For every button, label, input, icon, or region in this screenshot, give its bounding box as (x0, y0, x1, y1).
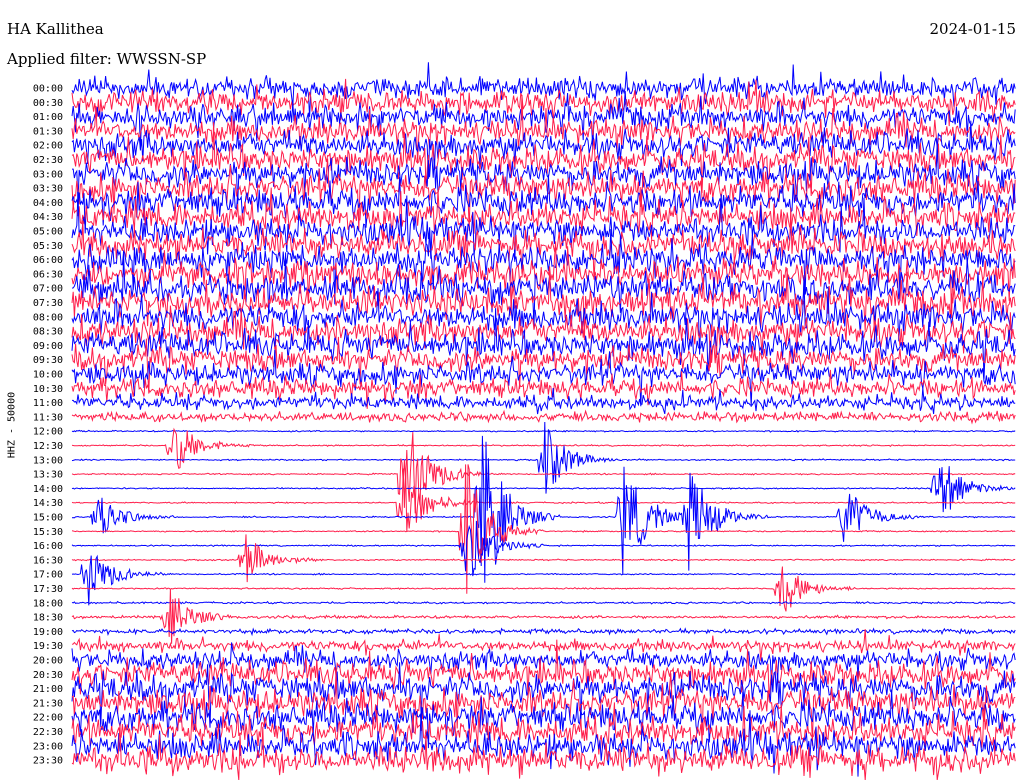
row-time-label: 03:00 (33, 169, 63, 180)
row-time-label: 06:30 (33, 269, 63, 280)
seismogram-page: HA Kallithea 2024-01-15 Applied filter: … (0, 0, 1024, 780)
row-time-label: 23:00 (33, 741, 63, 752)
row-time-label: 22:00 (33, 713, 63, 724)
row-time-label: 00:30 (33, 98, 63, 109)
row-time-label: 07:00 (33, 284, 63, 295)
row-time-label: 02:00 (33, 141, 63, 152)
row-time-label: 11:00 (33, 398, 63, 409)
row-time-label: 20:00 (33, 656, 63, 667)
row-time-label: 14:30 (33, 498, 63, 509)
row-time-label: 04:30 (33, 212, 63, 223)
row-time-label: 18:30 (33, 613, 63, 624)
row-time-label: 10:30 (33, 384, 63, 395)
row-time-label: 05:00 (33, 227, 63, 238)
trace-row (71, 554, 1016, 606)
row-time-label: 08:30 (33, 327, 63, 338)
row-time-label: 19:00 (33, 627, 63, 638)
row-time-label: 00:00 (33, 84, 63, 95)
row-time-label: 07:30 (33, 298, 63, 309)
trace-row (71, 520, 1016, 577)
trace-row (71, 429, 1016, 433)
row-time-label: 13:30 (33, 470, 63, 481)
row-time-label: 10:00 (33, 370, 63, 381)
row-time-label: 03:30 (33, 184, 63, 195)
trace-row (71, 468, 1016, 532)
trace-row (71, 409, 1016, 425)
row-time-label: 11:30 (33, 412, 63, 423)
trace-row (71, 227, 1016, 305)
row-time-label: 06:00 (33, 255, 63, 266)
row-time-label: 01:00 (33, 112, 63, 123)
trace-row (71, 588, 1016, 644)
row-time-label: 13:00 (33, 455, 63, 466)
row-time-label: 23:30 (33, 756, 63, 767)
row-time-label: 17:30 (33, 584, 63, 595)
row-time-label: 17:00 (33, 570, 63, 581)
row-time-label: 15:30 (33, 527, 63, 538)
row-time-label: 08:00 (33, 312, 63, 323)
trace-row (71, 627, 1016, 637)
row-time-label: 15:00 (33, 513, 63, 524)
row-time-label: 01:30 (33, 126, 63, 137)
row-time-label: 19:30 (33, 641, 63, 652)
helicorder-plot: 00:00 00:30 01:00 01:30 02:00 02:30 03:00 03:30… (33, 62, 1016, 780)
trace-row (71, 566, 1016, 612)
trace-row (71, 421, 1016, 494)
row-time-label: 09:00 (33, 341, 63, 352)
row-time-label: 16:00 (33, 541, 63, 552)
row-time-label: 02:30 (33, 155, 63, 166)
row-time-label: 21:30 (33, 698, 63, 709)
row-time-label: 18:00 (33, 598, 63, 609)
row-time-label: 16:30 (33, 555, 63, 566)
row-time-label: 20:30 (33, 670, 63, 681)
row-time-label: 12:00 (33, 427, 63, 438)
row-time-label: 12:30 (33, 441, 63, 452)
trace-row (71, 466, 1016, 513)
row-time-label: 21:00 (33, 684, 63, 695)
row-time-label: 04:00 (33, 198, 63, 209)
row-time-label: 14:00 (33, 484, 63, 495)
row-time-label: 09:30 (33, 355, 63, 366)
row-time-label: 22:30 (33, 727, 63, 738)
row-time-label: 05:30 (33, 241, 63, 252)
trace-row (71, 600, 1016, 605)
